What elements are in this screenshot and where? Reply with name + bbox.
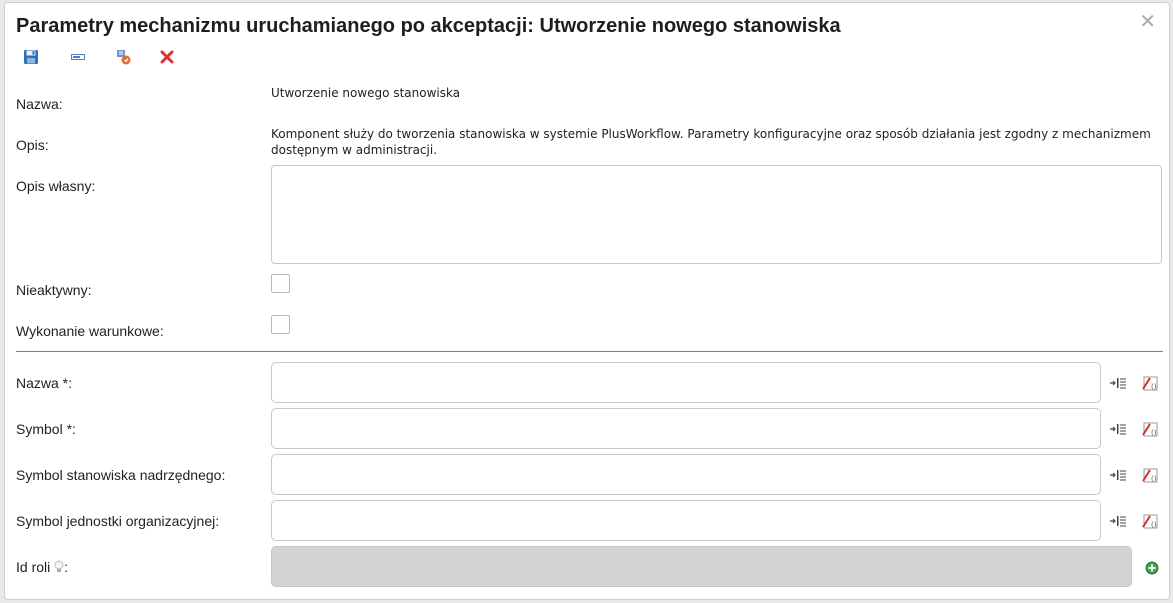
id-roli-label: Id roli :	[16, 559, 68, 576]
id-roli-input	[271, 546, 1132, 587]
save-icon[interactable]	[21, 47, 41, 67]
svg-text:(): ()	[1151, 521, 1157, 529]
insert-variable-icon[interactable]	[1109, 466, 1127, 484]
opis-value: Komponent służy do tworzenia stanowiska …	[271, 127, 1151, 157]
dialog: Parametry mechanizmu uruchamianego po ak…	[4, 2, 1170, 600]
wykonanie-warunkowe-label: Wykonanie warunkowe:	[16, 323, 164, 339]
dialog-title: Parametry mechanizmu uruchamianego po ak…	[16, 15, 841, 37]
section-divider	[16, 351, 1163, 352]
opis-wlasny-textarea[interactable]	[271, 165, 1162, 264]
svg-text:(): ()	[1151, 383, 1157, 391]
close-icon[interactable]: ✕	[1139, 12, 1156, 32]
lightbulb-icon[interactable]	[54, 560, 64, 576]
function-icon[interactable]: ()	[1141, 420, 1159, 438]
param-nazwa-input[interactable]	[271, 362, 1101, 403]
svg-text:(): ()	[1151, 429, 1157, 437]
id-roli-suffix: :	[64, 559, 69, 575]
param-symbol-input[interactable]	[271, 408, 1101, 449]
param-symbol-nadrzedny-input[interactable]	[271, 454, 1101, 495]
id-roli-text: Id roli	[16, 559, 51, 575]
insert-variable-icon[interactable]	[1109, 374, 1127, 392]
param-symbol-jednostki-input[interactable]	[271, 500, 1101, 541]
nieaktywny-label: Nieaktywny:	[16, 282, 92, 298]
run-test-icon[interactable]	[113, 47, 133, 67]
svg-text:(): ()	[1151, 475, 1157, 483]
nieaktywny-checkbox[interactable]	[271, 274, 290, 293]
function-icon[interactable]: ()	[1141, 466, 1159, 484]
function-icon[interactable]: ()	[1141, 374, 1159, 392]
insert-variable-icon[interactable]	[1109, 420, 1127, 438]
param-symbol-nadrzedny-label: Symbol stanowiska nadrzędnego:	[16, 467, 226, 483]
nazwa-label: Nazwa:	[16, 96, 63, 112]
field-icon[interactable]	[68, 47, 88, 67]
add-icon[interactable]	[1143, 559, 1161, 577]
function-icon[interactable]: ()	[1141, 512, 1159, 530]
param-nazwa-label: Nazwa *:	[16, 375, 73, 391]
opis-label: Opis:	[16, 137, 49, 153]
nazwa-value: Utworzenie nowego stanowiska	[271, 86, 461, 100]
param-symbol-label: Symbol *:	[16, 421, 76, 437]
param-symbol-jednostki-label: Symbol jednostki organizacyjnej:	[16, 513, 220, 529]
opis-wlasny-label: Opis własny:	[16, 178, 96, 194]
delete-icon[interactable]	[157, 47, 177, 67]
insert-variable-icon[interactable]	[1109, 512, 1127, 530]
wykonanie-warunkowe-checkbox[interactable]	[271, 315, 290, 334]
